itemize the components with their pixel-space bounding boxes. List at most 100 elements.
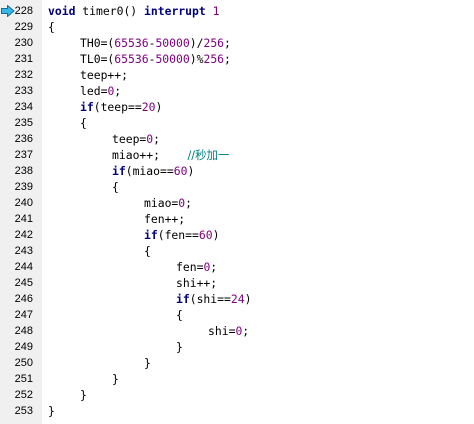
code-token: }: [80, 388, 87, 402]
code-line[interactable]: 246 if(shi==24): [0, 291, 474, 307]
line-number: 237: [14, 149, 33, 161]
code-line[interactable]: 248 shi=0;: [0, 323, 474, 339]
code-token: timer0(): [75, 4, 145, 18]
code-token: ;: [153, 132, 161, 146]
code-editor[interactable]: 228 void timer0() interrupt 1 229 {230 TH0=(…: [0, 0, 474, 424]
line-number: 233: [14, 85, 33, 97]
code-token: {: [48, 20, 55, 34]
line-number: 246: [14, 293, 33, 305]
code-text: teep=0;: [112, 131, 160, 147]
code-text: TL0=(65536-50000)%256;: [80, 51, 231, 67]
code-token: }: [112, 372, 119, 386]
code-line[interactable]: 244 fen=0;: [0, 259, 474, 275]
line-number: 243: [14, 245, 33, 257]
code-line[interactable]: 236 teep=0;: [0, 131, 474, 147]
code-text: if(teep==20): [80, 99, 162, 115]
code-text: led=0;: [80, 83, 121, 99]
line-number: 242: [14, 229, 33, 241]
code-token: TL0=(: [80, 52, 115, 66]
code-line[interactable]: 243 {: [0, 243, 474, 259]
code-token: ;: [224, 52, 231, 66]
code-line[interactable]: 240 miao=0;: [0, 195, 474, 211]
code-token: }: [144, 356, 151, 370]
code-line[interactable]: 229 {: [0, 19, 474, 35]
line-number: 228: [14, 5, 33, 17]
code-line[interactable]: 242 if(fen==60): [0, 227, 474, 243]
code-token: }: [48, 404, 55, 418]
number-token: 1: [212, 4, 220, 18]
code-line[interactable]: 233 led=0;: [0, 83, 474, 99]
code-text: miao=0;: [144, 195, 192, 211]
line-number: 245: [14, 277, 33, 289]
code-line[interactable]: 245 shi++;: [0, 275, 474, 291]
code-line[interactable]: 250}: [0, 355, 474, 371]
number-token: 24: [230, 292, 245, 306]
code-token: (shi==: [189, 292, 231, 306]
line-number: 238: [14, 165, 33, 177]
number-token: 20: [141, 100, 156, 114]
number-token: 60: [173, 164, 188, 178]
line-number: 251: [14, 373, 33, 385]
code-text: fen=0;: [176, 259, 217, 275]
line-number: 244: [14, 261, 33, 273]
code-token: ): [212, 228, 220, 242]
code-text: shi=0;: [208, 323, 249, 339]
code-line[interactable]: 228 void timer0() interrupt 1: [0, 3, 474, 19]
code-text: teep++;: [80, 67, 128, 83]
code-line[interactable]: 241 fen++;: [0, 211, 474, 227]
code-line[interactable]: 232 teep++;: [0, 67, 474, 83]
code-token: }: [176, 340, 183, 354]
code-line[interactable]: 249}: [0, 339, 474, 355]
code-text: {: [80, 115, 87, 131]
code-text: }: [176, 339, 183, 355]
code-token: {: [80, 116, 87, 130]
code-token: ): [155, 100, 163, 114]
line-number: 252: [14, 389, 33, 401]
line-number: 229: [14, 21, 33, 33]
code-line[interactable]: 253}: [0, 403, 474, 419]
number-token: 65536: [114, 52, 149, 66]
code-token: )/: [189, 36, 204, 50]
code-token: (miao==: [125, 164, 174, 178]
keyword-token: if: [176, 292, 190, 306]
number-token: 65536: [114, 36, 149, 50]
code-line[interactable]: 234 if(teep==20): [0, 99, 474, 115]
line-number: 249: [14, 341, 33, 353]
keyword-token: interrupt: [144, 4, 206, 18]
code-line[interactable]: 251}: [0, 371, 474, 387]
code-token: led=: [80, 84, 108, 98]
line-number: 240: [14, 197, 33, 209]
code-text: }: [112, 371, 119, 387]
line-number: 230: [14, 37, 33, 49]
code-token: miao++;: [112, 148, 188, 162]
line-number: 253: [14, 405, 33, 417]
code-text: if(fen==60): [144, 227, 219, 243]
code-line[interactable]: 235 {: [0, 115, 474, 131]
comment-token: //秒加一: [187, 148, 230, 162]
code-token: )%: [189, 52, 204, 66]
code-text: }: [80, 387, 87, 403]
line-number: 250: [14, 357, 33, 369]
code-token: shi++;: [176, 276, 218, 290]
code-line[interactable]: 252}: [0, 387, 474, 403]
code-token: teep=: [112, 132, 147, 146]
line-number: 248: [14, 325, 33, 337]
code-line[interactable]: 239 {: [0, 179, 474, 195]
code-token: teep++;: [80, 68, 129, 82]
code-text: {: [144, 243, 151, 259]
code-line[interactable]: 230 TH0=(65536-50000)/256;: [0, 35, 474, 51]
code-token: TH0=(: [80, 36, 115, 50]
code-text: void timer0() interrupt 1: [48, 3, 219, 19]
code-text: {: [112, 179, 119, 195]
code-text: }: [48, 403, 55, 419]
code-line[interactable]: 231 TL0=(65536-50000)%256;: [0, 51, 474, 67]
code-text: if(miao==60): [112, 163, 194, 179]
code-line[interactable]: 237 miao++; //秒加一: [0, 147, 474, 163]
line-number: 234: [14, 101, 33, 113]
code-text: }: [144, 355, 151, 371]
number-token: 50000: [155, 52, 190, 66]
code-line[interactable]: 247 {: [0, 307, 474, 323]
code-line[interactable]: 238 if(miao==60): [0, 163, 474, 179]
keyword-token: if: [80, 100, 94, 114]
code-token: ;: [210, 260, 218, 274]
